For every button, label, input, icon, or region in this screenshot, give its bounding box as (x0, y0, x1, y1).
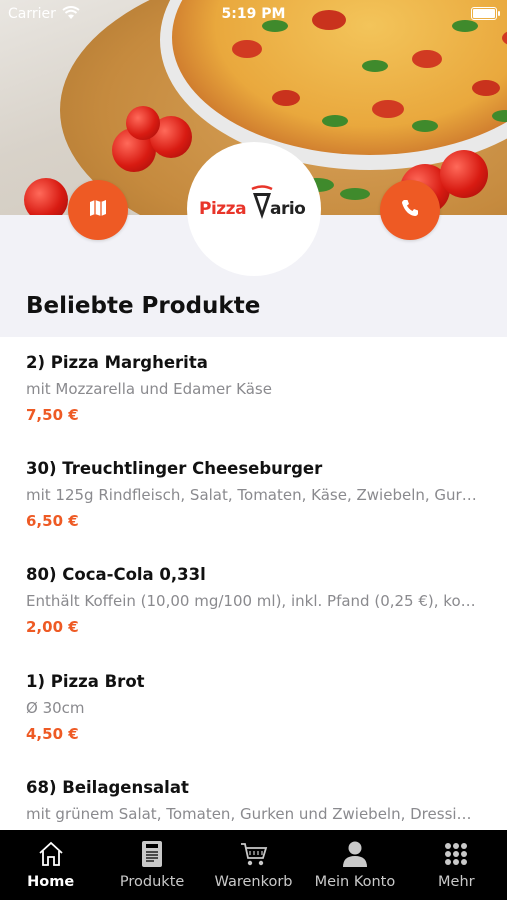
product-description: mit Mozzarella und Edamer Käse (26, 380, 272, 398)
battery-icon (471, 7, 500, 20)
product-description: mit 125g Rindfleisch, Salat, Tomaten, Kä… (26, 486, 478, 504)
cart-icon (239, 839, 269, 869)
product-description: mit grünem Salat, Tomaten, Gurken und Zw… (26, 805, 478, 823)
product-item[interactable]: 30) Treuchtlinger Cheeseburger mit 125g … (26, 459, 486, 530)
tab-mehr[interactable]: Mehr (406, 830, 507, 900)
product-description: Ø 30cm (26, 699, 85, 717)
product-name: 30) Treuchtlinger Cheeseburger (26, 459, 323, 478)
tab-home[interactable]: Home (0, 830, 101, 900)
product-item[interactable]: 1) Pizza Brot Ø 30cm 4,50 € (26, 672, 486, 743)
pizza-vario-logo: Pizza ario (199, 185, 309, 229)
grid-dots-icon (441, 839, 471, 869)
product-description: Enthält Koffein (10,00 mg/100 ml), inkl.… (26, 592, 478, 610)
product-item[interactable]: 68) Beilagensalat mit grünem Salat, Toma… (26, 778, 486, 823)
tab-mein-konto[interactable]: Mein Konto (304, 830, 405, 900)
status-time: 5:19 PM (221, 6, 286, 22)
status-bar: Carrier 5:19 PM (0, 0, 507, 28)
tab-produkte[interactable]: Produkte (101, 830, 202, 900)
product-price: 7,50 € (26, 406, 79, 424)
tab-label: Produkte (119, 874, 185, 890)
logo-text-ario: ario (270, 199, 306, 219)
menu-card-icon (137, 839, 167, 869)
product-name: 68) Beilagensalat (26, 778, 189, 797)
call-button[interactable] (380, 180, 440, 240)
product-name: 1) Pizza Brot (26, 672, 145, 691)
tab-label: Warenkorb (214, 874, 293, 890)
logo-text-pizza: Pizza (199, 199, 247, 219)
home-icon (36, 839, 66, 869)
product-item[interactable]: 80) Coca-Cola 0,33l Enthält Koffein (10,… (26, 565, 486, 636)
tab-warenkorb[interactable]: Warenkorb (203, 830, 304, 900)
restaurant-logo: Pizza ario (187, 142, 321, 276)
product-name: 80) Coca-Cola 0,33l (26, 565, 206, 584)
phone-icon (400, 198, 420, 222)
tab-label: Mehr (438, 874, 475, 890)
map-icon (88, 198, 108, 222)
person-icon (340, 839, 370, 869)
section-title: Beliebte Produkte (26, 293, 261, 319)
product-item[interactable]: 2) Pizza Margherita mit Mozzarella und E… (26, 353, 486, 424)
product-price: 6,50 € (26, 512, 79, 530)
product-price: 2,00 € (26, 618, 79, 636)
tab-label: Mein Konto (314, 874, 396, 890)
tab-label: Home (27, 874, 75, 890)
product-price: 4,50 € (26, 725, 79, 743)
map-button[interactable] (68, 180, 128, 240)
tab-bar: Home Produkte Warenkorb Mein Konto Mehr (0, 830, 507, 900)
product-name: 2) Pizza Margherita (26, 353, 208, 372)
